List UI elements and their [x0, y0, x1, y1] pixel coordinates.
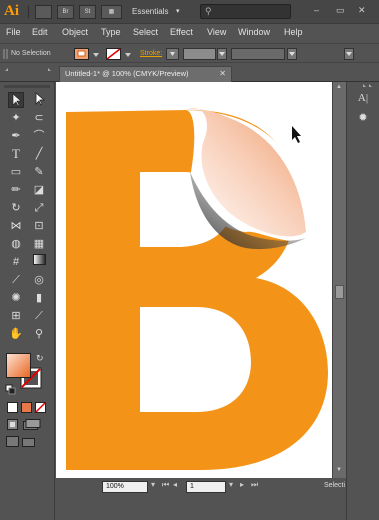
- stock-icon[interactable]: St: [79, 5, 96, 19]
- status-tool-readout: Selecti: [324, 482, 346, 489]
- application-bar: Ai Br St ▦ Essentials ▾ ⚲ – ▭ ✕: [0, 0, 379, 24]
- blend-tool-icon[interactable]: ◎: [31, 272, 47, 288]
- menu-file[interactable]: File: [6, 27, 21, 37]
- panel-grip-icon: [3, 49, 8, 59]
- menu-window[interactable]: Window: [238, 27, 270, 37]
- panel-grip-icon: [4, 85, 50, 88]
- width-tool-icon[interactable]: ⋈: [8, 218, 24, 234]
- minimize-icon[interactable]: –: [314, 5, 319, 15]
- chevron-down-icon[interactable]: ▼: [336, 467, 342, 473]
- screen-mode-buttons[interactable]: [6, 436, 50, 448]
- direct-selection-tool-icon[interactable]: [31, 92, 47, 108]
- selection-tool-icon[interactable]: [8, 92, 24, 108]
- paintbrush-tool-icon[interactable]: ✎: [31, 164, 47, 180]
- previous-artboard-icon[interactable]: ◂: [173, 480, 177, 489]
- document-box-icon[interactable]: [35, 5, 52, 19]
- artboard-tool-icon[interactable]: ⊞: [8, 308, 24, 324]
- line-tool-icon[interactable]: ╱: [31, 146, 47, 162]
- document-tab-bar: Untitled-1* @ 100% (CMYK/Preview) ✕: [0, 66, 379, 82]
- fill-stroke-indicator[interactable]: ↻: [5, 352, 49, 396]
- scale-tool-icon[interactable]: ⤢: [31, 200, 47, 216]
- rotate-tool-icon[interactable]: ↻: [8, 200, 24, 216]
- panel-dock: A| ✹: [346, 82, 379, 520]
- menu-edit[interactable]: Edit: [32, 27, 48, 37]
- color-mode-buttons[interactable]: [7, 402, 51, 414]
- selection-status: No Selection: [11, 50, 51, 57]
- shape-builder-tool-icon[interactable]: ◍: [8, 236, 24, 252]
- letter-b-artwork: [66, 108, 328, 470]
- panel-collapse-icon[interactable]: [4, 67, 52, 72]
- close-icon[interactable]: ✕: [358, 5, 366, 16]
- search-icon: ⚲: [205, 6, 212, 16]
- last-artboard-icon[interactable]: ⏭: [251, 480, 258, 490]
- document-title: Untitled-1* @ 100% (CMYK/Preview): [65, 69, 189, 78]
- menu-effect[interactable]: Effect: [170, 27, 193, 37]
- stroke-label[interactable]: Stroke:: [140, 50, 162, 57]
- free-transform-tool-icon[interactable]: ⊡: [31, 218, 47, 234]
- artboard-canvas[interactable]: [56, 82, 332, 478]
- vertical-scrollbar[interactable]: ▲ ▼: [332, 82, 346, 478]
- chevron-down-icon[interactable]: ▾: [229, 480, 233, 489]
- drawing-modes-buttons[interactable]: [7, 419, 51, 431]
- gradient-tool-icon[interactable]: [31, 254, 47, 270]
- eraser-tool-icon[interactable]: ◪: [31, 182, 47, 198]
- first-artboard-icon[interactable]: ⏮: [162, 480, 169, 490]
- artboard-number-field[interactable]: 1: [186, 481, 226, 493]
- menu-object[interactable]: Object: [62, 27, 88, 37]
- mesh-tool-icon[interactable]: #: [8, 254, 24, 270]
- menu-view[interactable]: View: [207, 27, 226, 37]
- tools-panel: ✦ ⊂ ✒ ⌒ T ╱ ▭ ✎ ✏ ◪ ↻ ⤢ ⋈ ⊡ ◍ ▦ # ⟋ ◎ ✺ …: [0, 82, 55, 520]
- search-input[interactable]: ⚲: [200, 4, 291, 19]
- fill-stroke-swatches[interactable]: [74, 48, 136, 60]
- lasso-tool-icon[interactable]: ⊂: [31, 110, 47, 126]
- panel-collapse-icon[interactable]: [361, 83, 377, 88]
- status-bar: 100% ▾ ⏮ ◂ 1 ▾ ▸ ⏭ Selecti: [56, 478, 345, 520]
- next-artboard-icon[interactable]: ▸: [240, 480, 244, 489]
- magic-wand-tool-icon[interactable]: ✦: [8, 110, 24, 126]
- appearance-panel-icon[interactable]: ✹: [355, 110, 371, 126]
- arrange-documents-icon[interactable]: ▦: [101, 5, 122, 19]
- tab-document[interactable]: Untitled-1* @ 100% (CMYK/Preview) ✕: [59, 66, 232, 82]
- zoom-level-field[interactable]: 100%: [102, 481, 148, 493]
- pencil-tool-icon[interactable]: ✏: [8, 182, 24, 198]
- workspace-switcher[interactable]: Essentials: [132, 7, 168, 16]
- menu-help[interactable]: Help: [284, 27, 303, 37]
- svg-text:↻: ↻: [36, 354, 44, 364]
- menu-select[interactable]: Select: [133, 27, 158, 37]
- close-icon[interactable]: ✕: [219, 67, 226, 81]
- chevron-down-icon[interactable]: ▾: [176, 7, 180, 15]
- type-tool-icon[interactable]: T: [8, 146, 24, 162]
- control-panel: No Selection Stroke:: [0, 43, 379, 63]
- menu-bar: File Edit Object Type Select Effect View…: [0, 24, 379, 41]
- bridge-icon[interactable]: Br: [57, 5, 74, 19]
- curvature-tool-icon[interactable]: ⌒: [31, 128, 47, 144]
- column-graph-tool-icon[interactable]: ▮: [31, 290, 47, 306]
- symbol-sprayer-tool-icon[interactable]: ✺: [8, 290, 24, 306]
- hand-tool-icon[interactable]: ✋: [8, 326, 24, 342]
- zoom-tool-icon[interactable]: ⚲: [31, 326, 47, 342]
- separator: [28, 6, 29, 18]
- stroke-controls[interactable]: [166, 48, 366, 60]
- slice-tool-icon[interactable]: ⟋: [31, 308, 47, 324]
- mouse-cursor-icon: [292, 126, 301, 143]
- eyedropper-tool-icon[interactable]: ⟋: [8, 272, 24, 288]
- menu-type[interactable]: Type: [101, 27, 121, 37]
- maximize-icon[interactable]: ▭: [336, 5, 345, 16]
- perspective-grid-tool-icon[interactable]: ▦: [31, 236, 47, 252]
- chevron-down-icon[interactable]: ▾: [151, 480, 155, 489]
- character-panel-icon[interactable]: A|: [355, 90, 371, 106]
- ai-logo-icon: Ai: [4, 3, 19, 19]
- chevron-up-icon[interactable]: ▲: [336, 84, 342, 90]
- scrollbar-thumb[interactable]: [335, 285, 344, 299]
- rectangle-tool-icon[interactable]: ▭: [8, 164, 24, 180]
- pen-tool-icon[interactable]: ✒: [8, 128, 24, 144]
